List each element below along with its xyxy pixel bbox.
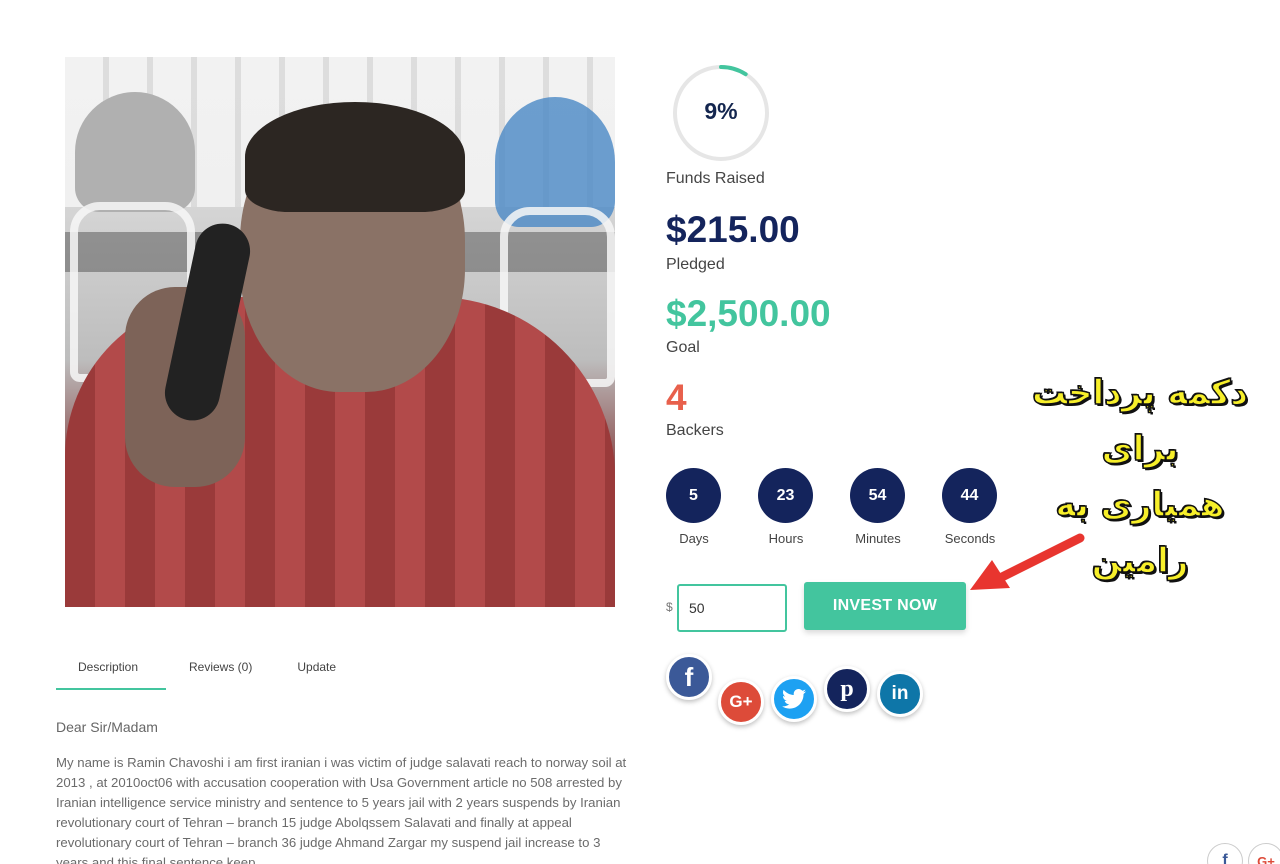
goal-label: Goal bbox=[666, 339, 700, 356]
progress-percent: 9% bbox=[704, 98, 738, 124]
backers-count: 4 bbox=[666, 377, 687, 418]
pinterest-share-icon[interactable]: p bbox=[824, 666, 870, 712]
countdown-days-value: 5 bbox=[666, 468, 721, 523]
currency-symbol: $ bbox=[666, 600, 673, 614]
pledged-label: Pledged bbox=[666, 256, 725, 273]
countdown-minutes-unit: Minutes bbox=[855, 531, 901, 546]
pinterest-share-glyph: p bbox=[840, 675, 854, 702]
invest-amount-input[interactable] bbox=[677, 584, 787, 632]
description-greeting: Dear Sir/Madam bbox=[56, 719, 158, 735]
floating-google-plus-glyph: G+ bbox=[1257, 853, 1275, 864]
countdown-hours-value: 23 bbox=[758, 468, 813, 523]
linkedin-share-glyph: in bbox=[891, 683, 909, 704]
tab-update[interactable]: Update bbox=[274, 650, 358, 690]
linkedin-share-icon[interactable]: in bbox=[877, 671, 923, 717]
tab-description[interactable]: Description bbox=[56, 650, 166, 690]
countdown-days-unit: Days bbox=[679, 531, 709, 546]
annotation-line-3: همیاری به bbox=[1055, 484, 1225, 526]
countdown-hours-unit: Hours bbox=[768, 531, 804, 546]
countdown-days: 5 Days bbox=[666, 468, 722, 546]
countdown-minutes-value: 54 bbox=[850, 468, 905, 523]
invest-now-button[interactable]: INVEST NOW bbox=[804, 582, 966, 630]
annotation-line-1: دکمه پرداخت bbox=[1031, 372, 1249, 414]
floating-google-plus-icon[interactable]: G+ bbox=[1248, 843, 1280, 864]
tab-reviews[interactable]: Reviews (0) bbox=[166, 650, 274, 690]
countdown-seconds-value: 44 bbox=[942, 468, 997, 523]
twitter-bird-icon bbox=[782, 689, 806, 709]
google-plus-share-glyph: G+ bbox=[729, 692, 753, 711]
funds-raised-label: Funds Raised bbox=[666, 170, 765, 187]
google-plus-share-icon[interactable]: G+ bbox=[718, 679, 764, 725]
facebook-share-icon[interactable]: f bbox=[666, 654, 712, 700]
campaign-tabs: Description Reviews (0) Update bbox=[56, 650, 376, 690]
annotation-line-2: برای bbox=[1101, 428, 1179, 470]
twitter-share-icon[interactable] bbox=[771, 676, 817, 722]
floating-facebook-glyph: f bbox=[1222, 852, 1228, 864]
pledged-amount: $215.00 bbox=[666, 209, 800, 250]
facebook-share-glyph: f bbox=[684, 661, 694, 692]
backers-label: Backers bbox=[666, 422, 724, 439]
floating-facebook-icon[interactable]: f bbox=[1207, 843, 1243, 864]
annotation-arrow-icon bbox=[970, 533, 1085, 590]
goal-amount: $2,500.00 bbox=[666, 293, 831, 334]
countdown-hours: 23 Hours bbox=[758, 468, 814, 546]
campaign-photo bbox=[65, 57, 615, 607]
description-body: My name is Ramin Chavoshi i am first ira… bbox=[56, 755, 627, 864]
countdown-minutes: 54 Minutes bbox=[850, 468, 906, 546]
